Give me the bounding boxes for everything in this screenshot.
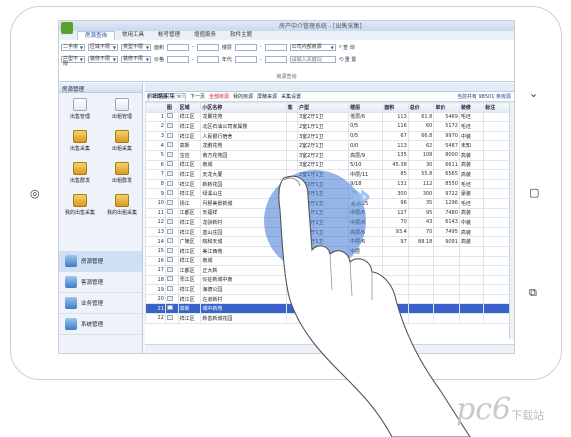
hand-gesture-illustration [278, 175, 471, 437]
app-logo-icon [61, 22, 73, 34]
pc6-watermark-logo: pc6下载站 [456, 392, 545, 427]
